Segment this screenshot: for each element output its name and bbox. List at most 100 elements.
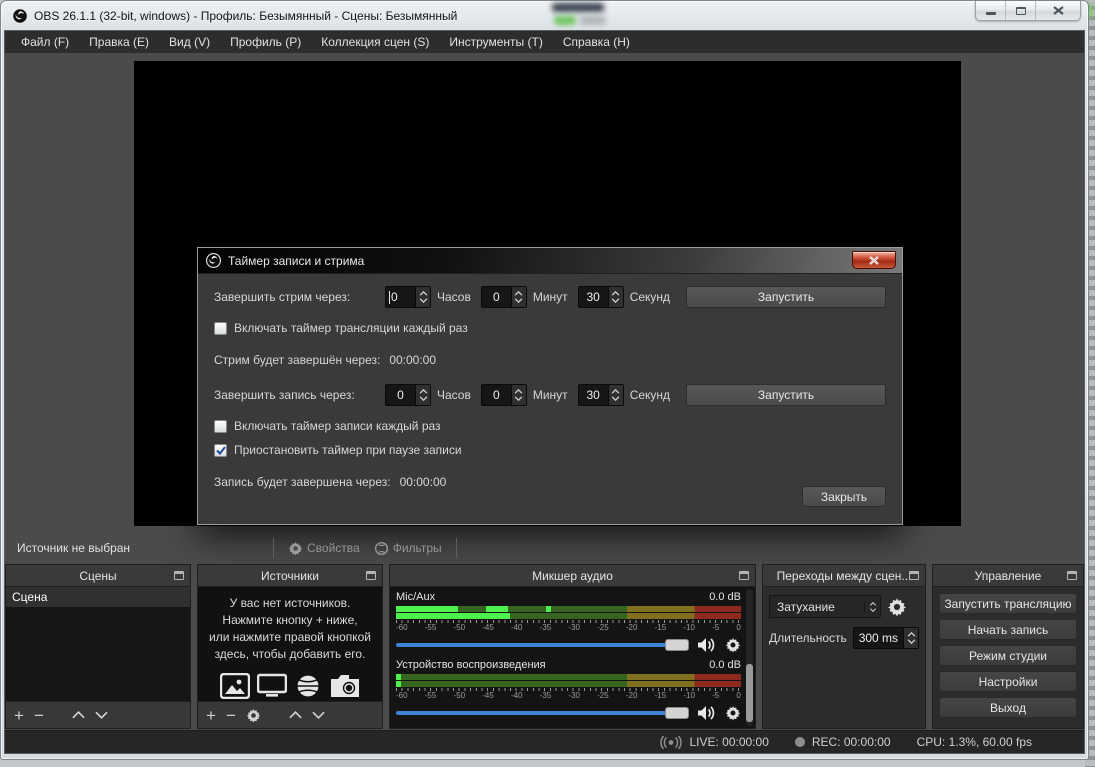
record-start-button[interactable]: Запустить	[686, 384, 886, 406]
maximize-button[interactable]	[1006, 1, 1036, 20]
speaker-icon[interactable]	[697, 705, 717, 721]
scenes-panel-header[interactable]: Сцены	[6, 565, 190, 587]
pause-timer-checkbox[interactable]	[214, 444, 227, 457]
menu-tools[interactable]: Инструменты (T)	[439, 31, 552, 53]
record-minutes-spinbox[interactable]: 0	[481, 384, 527, 406]
mixer-body: Mic/Aux 0.0 dB	[390, 587, 755, 728]
duration-spinbox[interactable]: 300 ms	[853, 627, 919, 649]
mixer-scrollbar[interactable]	[746, 589, 753, 726]
channel-db-value: 0.0 dB	[709, 659, 741, 673]
exit-button[interactable]: Выход	[939, 697, 1077, 718]
mixer-scrollbar-thumb[interactable]	[746, 664, 753, 722]
move-source-up-button[interactable]	[289, 711, 302, 719]
source-toolbar: Источник не выбран Свойства	[5, 533, 1084, 563]
meter-tick-labels: -60-55-50-45-40-35-30-25-20-15-10-50	[396, 623, 741, 633]
volume-slider[interactable]	[396, 711, 689, 715]
popout-icon[interactable]	[366, 571, 376, 580]
window-titlebar[interactable]: OBS 26.1.1 (32-bit, windows) - Профиль: …	[4, 1, 1085, 30]
timer-dialog-titlebar[interactable]: Таймер записи и стрима	[198, 248, 902, 274]
menu-edit[interactable]: Правка (E)	[79, 31, 159, 53]
close-button[interactable]	[1036, 1, 1080, 20]
pause-timer-checkbox-row: Приостановить таймер при паузе записи	[214, 442, 886, 458]
stream-minutes-spinbox[interactable]: 0	[481, 286, 527, 308]
channel-settings-gear-icon[interactable]	[725, 637, 741, 653]
stream-start-button[interactable]: Запустить	[686, 286, 886, 308]
move-source-down-button[interactable]	[312, 711, 325, 719]
spin-down-icon[interactable]	[514, 396, 523, 401]
stream-timer-checkbox-label: Включать таймер трансляции каждый раз	[234, 321, 468, 335]
transitions-body: Затухание	[763, 587, 925, 728]
filters-button[interactable]: Фильтры	[374, 541, 442, 556]
menu-scene-collection[interactable]: Коллекция сцен (S)	[311, 31, 439, 53]
volume-slider-handle[interactable]	[665, 707, 689, 719]
start-recording-button[interactable]: Начать запись	[939, 619, 1077, 640]
move-scene-down-button[interactable]	[95, 711, 108, 719]
spin-up-icon[interactable]	[514, 291, 523, 296]
stream-timer-checkbox[interactable]	[214, 322, 227, 335]
record-timer-checkbox[interactable]	[214, 420, 227, 433]
mixer-panel-header[interactable]: Микшер аудио	[390, 565, 755, 587]
volume-slider[interactable]	[396, 643, 689, 647]
mixer-channel-mic: Mic/Aux 0.0 dB	[396, 591, 741, 655]
transition-select[interactable]: Затухание	[769, 595, 881, 618]
stream-seconds-spinbox[interactable]: 30	[578, 286, 624, 308]
record-hours-spinbox[interactable]: 0	[385, 384, 431, 406]
properties-button[interactable]: Свойства	[288, 541, 360, 556]
spin-up-icon[interactable]	[907, 632, 916, 637]
menu-profile[interactable]: Профиль (P)	[220, 31, 311, 53]
studio-mode-button[interactable]: Режим студии	[939, 645, 1077, 666]
transitions-panel-header[interactable]: Переходы между сцен...	[763, 565, 925, 587]
volume-meter	[396, 606, 741, 619]
spin-down-icon[interactable]	[907, 639, 916, 644]
channel-name: Mic/Aux	[396, 591, 435, 605]
spin-up-icon[interactable]	[611, 389, 620, 394]
minimize-button[interactable]	[976, 1, 1006, 20]
spin-down-icon[interactable]	[611, 396, 620, 401]
spin-down-icon[interactable]	[514, 298, 523, 303]
spin-down-icon[interactable]	[419, 298, 428, 303]
popout-icon[interactable]	[174, 571, 184, 580]
source-properties-button[interactable]	[246, 708, 261, 723]
add-scene-button[interactable]: +	[14, 707, 24, 724]
seconds-unit-label: Секунд	[630, 388, 670, 402]
channel-settings-gear-icon[interactable]	[725, 705, 741, 721]
menu-file[interactable]: Файл (F)	[11, 31, 79, 53]
settings-button[interactable]: Настройки	[939, 671, 1077, 692]
sources-empty-line: или нажмите правой кнопкой	[198, 629, 382, 646]
sources-empty-area[interactable]: У вас нет источников. Нажмите кнопку + н…	[198, 587, 382, 701]
popout-icon[interactable]	[909, 571, 919, 580]
stream-hours-spinbox[interactable]: 0	[385, 286, 431, 308]
spin-down-icon[interactable]	[419, 396, 428, 401]
client-body: Таймер записи и стрима Завершить стрим ч…	[5, 53, 1084, 730]
remove-scene-button[interactable]: −	[34, 707, 44, 724]
transition-selected-value: Затухание	[770, 600, 864, 614]
start-streaming-button[interactable]: Запустить трансляцию	[939, 593, 1077, 614]
scene-list[interactable]: Сцена	[6, 587, 190, 701]
spin-up-icon[interactable]	[419, 389, 428, 394]
spin-up-icon[interactable]	[419, 291, 428, 296]
popout-icon[interactable]	[1067, 571, 1077, 580]
scene-list-item[interactable]: Сцена	[6, 587, 190, 607]
volume-slider-handle[interactable]	[665, 639, 689, 651]
stream-seconds-value: 30	[579, 287, 608, 307]
timer-dialog-close-button[interactable]	[852, 251, 896, 269]
record-seconds-spinbox[interactable]: 30	[578, 384, 624, 406]
controls-panel-header[interactable]: Управление	[933, 565, 1083, 587]
remove-source-button[interactable]: −	[226, 707, 236, 724]
stream-timer-row: Завершить стрим через: 0 Часов 0	[214, 286, 886, 308]
spin-down-icon[interactable]	[611, 298, 620, 303]
menu-view[interactable]: Вид (V)	[159, 31, 220, 53]
menu-help[interactable]: Справка (H)	[553, 31, 640, 53]
popout-icon[interactable]	[739, 571, 749, 580]
spin-up-icon[interactable]	[611, 291, 620, 296]
move-scene-up-button[interactable]	[72, 711, 85, 719]
chevron-up-icon	[869, 602, 877, 606]
transition-settings-gear-icon[interactable]	[887, 597, 907, 617]
record-countdown-value: 00:00:00	[400, 475, 447, 490]
speaker-icon[interactable]	[697, 637, 717, 653]
sources-panel-header[interactable]: Источники	[198, 565, 382, 587]
add-source-button[interactable]: +	[206, 707, 216, 724]
dialog-close-action-button[interactable]: Закрыть	[802, 486, 886, 507]
volume-meter	[396, 674, 741, 687]
spin-up-icon[interactable]	[514, 389, 523, 394]
